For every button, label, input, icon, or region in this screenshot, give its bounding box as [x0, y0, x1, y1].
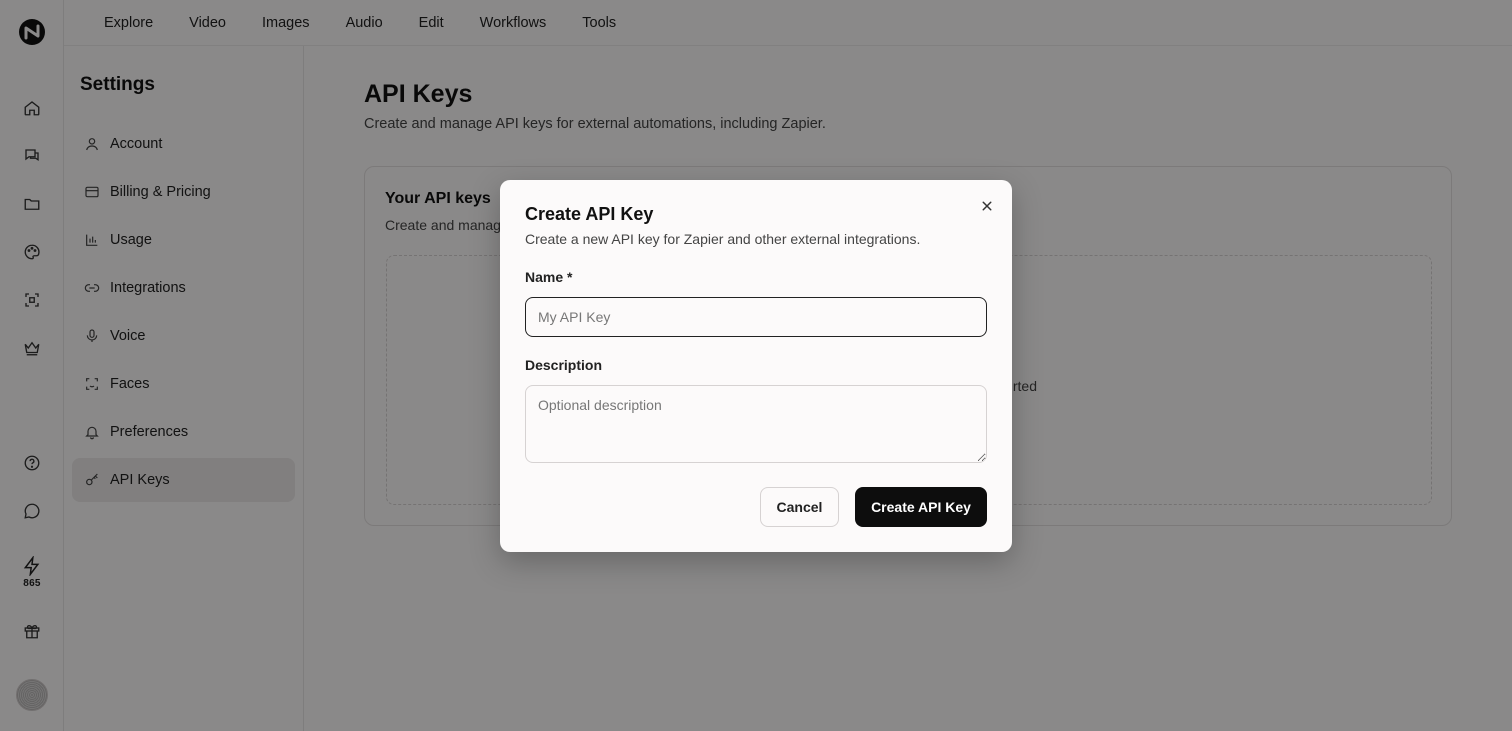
name-label: Name * [525, 269, 573, 285]
dialog-title: Create API Key [525, 204, 654, 224]
close-icon[interactable] [978, 197, 996, 215]
create-api-key-dialog: Create API Key Create a new API key for … [500, 180, 1012, 552]
cancel-button[interactable]: Cancel [760, 487, 839, 527]
name-input[interactable] [525, 297, 987, 337]
description-label: Description [525, 357, 603, 373]
description-textarea[interactable] [525, 385, 987, 463]
create-api-key-button[interactable]: Create API Key [855, 487, 987, 527]
dialog-subtitle: Create a new API key for Zapier and othe… [525, 231, 921, 247]
